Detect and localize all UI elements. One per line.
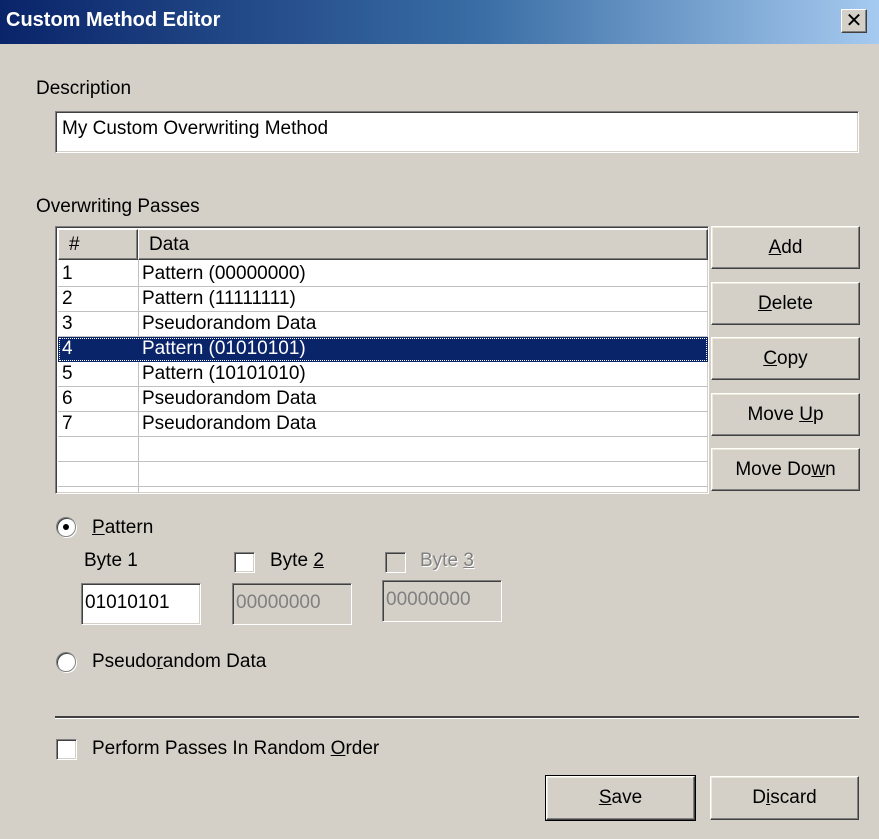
column-header-data[interactable]: Data	[138, 229, 708, 260]
byte3-label-accel: 3	[463, 550, 474, 571]
row-number: 3	[62, 313, 73, 334]
byte2-checkbox[interactable]	[234, 552, 255, 573]
overwriting-passes-label: Overwriting Passes	[36, 196, 200, 217]
pattern-radio[interactable]	[56, 517, 76, 537]
discard-button-label-post: scard	[770, 787, 817, 808]
random-order-label-post: rder	[345, 738, 380, 759]
row-number: 1	[62, 263, 73, 284]
table-row[interactable]: 7 Pseudorandom Data	[58, 412, 708, 437]
row-number: 4	[62, 338, 73, 359]
row-data: Pattern (00000000)	[142, 263, 306, 284]
row-data: Pseudorandom Data	[142, 413, 317, 434]
table-row[interactable]: 3 Pseudorandom Data	[58, 312, 708, 337]
discard-button[interactable]: Di scard	[710, 776, 859, 820]
column-header-number[interactable]: #	[58, 229, 138, 260]
byte2-label-pre: Byte	[270, 550, 314, 571]
delete-button[interactable]: Delete	[711, 282, 860, 325]
table-row[interactable]: 1 Pattern (00000000)	[58, 262, 708, 287]
move-down-button-label-pre: Move Do	[735, 458, 812, 480]
table-row[interactable]: 6 Pseudorandom Data	[58, 387, 708, 412]
pattern-label-accel: P	[92, 517, 105, 538]
row-data: Pattern (11111111)	[142, 288, 296, 309]
row-number: 7	[62, 413, 73, 434]
add-button-accel: A	[768, 236, 782, 258]
random-order-label[interactable]: Perform Passes In Random Order	[92, 738, 379, 760]
pseudorandom-label-post: andom Data	[162, 651, 267, 672]
pattern-radio-dot	[63, 524, 69, 530]
row-data: Pattern (01010101)	[142, 338, 306, 359]
byte3-label-pre: Byte	[420, 550, 464, 571]
table-row[interactable]: 2 Pattern (11111111)	[58, 287, 708, 312]
move-up-button-accel: U	[799, 403, 813, 425]
pseudorandom-radio[interactable]	[56, 652, 76, 672]
discard-button-label-pre: D	[752, 787, 767, 808]
description-input[interactable]: My Custom Overwriting Method	[55, 111, 859, 153]
pattern-radio-label[interactable]: Pattern	[92, 517, 153, 539]
separator-line	[55, 716, 859, 719]
row-number: 6	[62, 388, 73, 409]
table-row[interactable]: 4 Pattern (01010101)	[58, 337, 708, 362]
copy-button-label-post: opy	[777, 347, 808, 369]
byte2-label-accel: 2	[313, 550, 324, 571]
add-button-label-post: dd	[781, 236, 803, 258]
move-down-button-accel: w	[811, 458, 826, 480]
row-data: Pattern (10101010)	[142, 363, 306, 384]
copy-button-accel: C	[763, 347, 778, 369]
row-data: Pseudorandom Data	[142, 313, 317, 334]
title-bar: Custom Method Editor ✕	[0, 0, 879, 44]
byte2-input[interactable]: 00000000	[232, 583, 352, 625]
byte2-label[interactable]: Byte 2	[270, 550, 324, 572]
random-order-label-pre: Perform Passes In Random	[92, 738, 331, 759]
copy-button[interactable]: Copy	[711, 337, 860, 380]
window-title: Custom Method Editor	[6, 9, 221, 31]
byte1-input[interactable]: 01010101	[81, 583, 201, 625]
move-down-button-label-post: n	[825, 458, 836, 480]
description-label: Description	[36, 78, 132, 99]
row-number: 2	[62, 288, 73, 309]
pattern-label-post: attern	[104, 517, 154, 538]
delete-button-label-post: elete	[771, 292, 813, 314]
byte1-label: Byte 1	[84, 550, 138, 571]
pseudorandom-radio-label[interactable]: Pseudorandom Data	[92, 651, 266, 673]
row-data: Pseudorandom Data	[142, 388, 317, 409]
add-button[interactable]: Add	[711, 226, 860, 269]
grid-line	[58, 461, 708, 462]
pseudorandom-label-pre: Pseudo	[92, 651, 157, 672]
random-order-label-accel: O	[330, 738, 346, 759]
move-up-button-label-pre: Move	[747, 403, 800, 425]
list-header: # Data	[58, 229, 708, 260]
byte3-label: Byte 3	[420, 550, 474, 572]
move-up-button-label-post: p	[812, 403, 824, 425]
byte3-input[interactable]: 00000000	[382, 580, 502, 622]
save-button[interactable]: Save	[545, 775, 696, 821]
passes-list[interactable]: # Data 1 Pattern (00000000) 2 Pattern (1111…	[55, 226, 709, 494]
move-up-button[interactable]: Move Up	[711, 393, 860, 436]
random-order-checkbox[interactable]	[56, 739, 77, 760]
save-button-label-post: ave	[611, 787, 643, 808]
close-icon[interactable]: ✕	[841, 9, 867, 33]
move-down-button[interactable]: Move Do w n	[711, 448, 860, 491]
grid-line	[58, 486, 708, 487]
table-row[interactable]: 5 Pattern (10101010)	[58, 362, 708, 387]
save-button-accel: S	[598, 787, 612, 808]
byte3-checkbox[interactable]	[385, 552, 406, 573]
delete-button-accel: D	[758, 292, 772, 314]
row-number: 5	[62, 363, 73, 384]
